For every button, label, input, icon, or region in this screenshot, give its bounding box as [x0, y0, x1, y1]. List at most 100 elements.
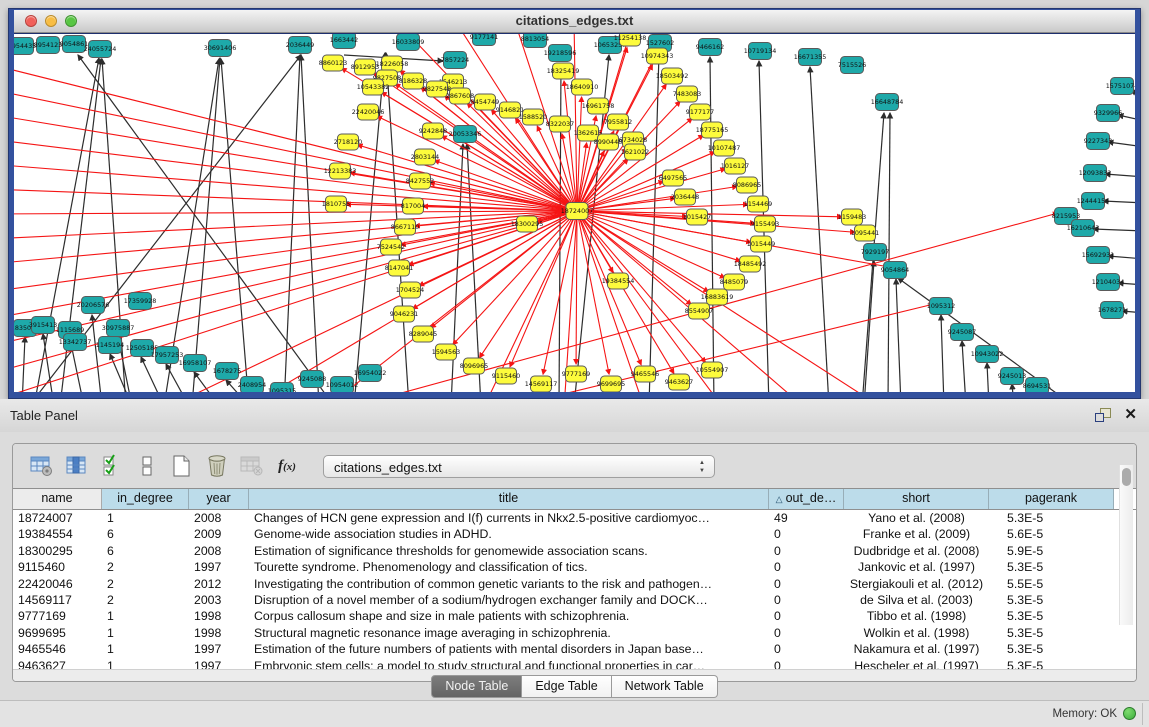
network-node[interactable]: 2408954 — [238, 377, 266, 393]
cell-year[interactable]: 1997 — [189, 641, 249, 657]
network-node[interactable]: 13342737 — [59, 334, 92, 351]
network-node[interactable]: 12093832 — [1079, 165, 1112, 182]
cell-name[interactable]: 9699695 — [13, 625, 102, 641]
cell-name[interactable]: 9777169 — [13, 608, 102, 624]
network-node[interactable]: 8485079 — [720, 274, 748, 290]
cell-pagerank[interactable]: 5.5E-5 — [989, 576, 1114, 592]
cell-out_degree[interactable]: 0 — [769, 543, 844, 559]
column-header-title[interactable]: title — [249, 489, 769, 509]
network-node[interactable]: 2036448 — [671, 189, 699, 205]
network-node[interactable]: 12104034 — [1092, 274, 1125, 291]
tab-network-table[interactable]: Network Table — [612, 675, 718, 698]
import-table-icon[interactable] — [239, 453, 265, 479]
network-node[interactable]: 9227343 — [1084, 133, 1112, 150]
table-row[interactable]: 1456911722003Disruption of a novel membe… — [13, 592, 1136, 608]
network-node[interactable]: 1621022 — [621, 144, 649, 160]
network-node[interactable]: 16210643 — [1067, 220, 1100, 237]
cell-year[interactable]: 2003 — [189, 592, 249, 608]
network-node[interactable]: 1159483 — [838, 209, 866, 225]
column-header-in_degree[interactable]: in_degree — [102, 489, 189, 509]
network-node[interactable]: 1810755 — [322, 196, 350, 212]
close-panel-icon[interactable]: ✕ — [1124, 405, 1137, 423]
cell-in_degree[interactable]: 2 — [102, 576, 189, 592]
network-node[interactable]: 1016127 — [721, 158, 749, 174]
network-node[interactable]: 1095312 — [927, 298, 955, 315]
network-node[interactable]: 1678275 — [213, 363, 241, 380]
cell-title[interactable]: Estimation of significance thresholds fo… — [249, 543, 769, 559]
column-header-pagerank[interactable]: pagerank — [989, 489, 1114, 509]
network-node[interactable]: 1095441 — [851, 225, 879, 241]
network-node[interactable]: 1588520 — [519, 109, 547, 125]
network-node[interactable]: 16648784 — [871, 94, 904, 111]
cell-year[interactable]: 2012 — [189, 576, 249, 592]
network-node[interactable]: 17359928 — [124, 293, 157, 310]
cell-pagerank[interactable]: 5.3E-5 — [989, 592, 1114, 608]
network-node[interactable]: 817004 — [401, 198, 425, 214]
cell-title[interactable]: Disruption of a novel member of a sodium… — [249, 592, 769, 608]
show-columns-icon[interactable] — [64, 453, 90, 479]
network-node[interactable]: 10107487 — [708, 140, 741, 156]
network-node[interactable]: 9155493 — [751, 216, 779, 232]
cell-year[interactable]: 1998 — [189, 608, 249, 624]
cell-year[interactable]: 1997 — [189, 559, 249, 575]
network-node[interactable]: 9046231 — [390, 306, 418, 322]
cell-pagerank[interactable]: 5.3E-5 — [989, 641, 1114, 657]
network-node[interactable]: 10554907 — [696, 362, 729, 378]
table-row[interactable]: 977716911998Corpus callosum shape and si… — [13, 608, 1136, 624]
network-node[interactable]: 9465546 — [631, 366, 659, 382]
network-node[interactable]: 15751074 — [1106, 78, 1135, 95]
table-select-dropdown[interactable]: citations_edges.txt ▲▼ — [323, 455, 715, 478]
network-node[interactable]: 8954123 — [34, 37, 62, 54]
network-node[interactable]: 24055724 — [84, 41, 117, 58]
network-node[interactable]: 9177177 — [686, 104, 714, 120]
table-row[interactable]: 946554611997Estimation of the future num… — [13, 641, 1136, 657]
cell-in_degree[interactable]: 1 — [102, 510, 189, 526]
network-canvas[interactable]: 1954435895412390548612405572430691406203… — [14, 33, 1135, 392]
cell-name[interactable]: 19384554 — [13, 526, 102, 542]
cell-out_degree[interactable]: 0 — [769, 559, 844, 575]
network-node[interactable]: 20053346 — [449, 126, 482, 143]
cell-short[interactable]: Dudbridge et al. (2008) — [844, 543, 989, 559]
network-node[interactable]: 8322037 — [546, 116, 574, 132]
network-node[interactable]: 9177141 — [470, 34, 498, 46]
column-selection-icon[interactable] — [99, 453, 125, 479]
network-node[interactable]: 10954012 — [326, 377, 359, 393]
network-node[interactable]: 1145194 — [96, 337, 124, 354]
network-node[interactable]: 18640910 — [566, 79, 599, 95]
tab-edge-table[interactable]: Edge Table — [522, 675, 611, 698]
network-node[interactable]: 8289045 — [409, 326, 437, 342]
network-node[interactable]: 10719134 — [744, 43, 777, 60]
network-node[interactable]: 9463627 — [665, 374, 693, 390]
cell-in_degree[interactable]: 1 — [102, 625, 189, 641]
network-node[interactable]: 16954022 — [354, 365, 387, 382]
network-node[interactable]: 1154469 — [744, 196, 772, 212]
cell-year[interactable]: 2009 — [189, 526, 249, 542]
network-node[interactable]: 1704524 — [396, 282, 424, 298]
network-node[interactable]: 1594563 — [432, 344, 460, 360]
network-node[interactable]: 18503492 — [656, 68, 689, 84]
cell-out_degree[interactable]: 0 — [769, 608, 844, 624]
cell-year[interactable]: 2008 — [189, 543, 249, 559]
network-node[interactable]: 7515526 — [838, 57, 866, 74]
network-node[interactable]: 19218596 — [544, 45, 577, 62]
tab-node-table[interactable]: Node Table — [431, 675, 522, 698]
network-node[interactable]: 16958107 — [179, 355, 212, 372]
cell-pagerank[interactable]: 5.3E-5 — [989, 510, 1114, 526]
network-node[interactable]: 12444154 — [1077, 193, 1110, 210]
cell-title[interactable]: Investigating the contribution of common… — [249, 576, 769, 592]
network-node[interactable]: 1015427 — [683, 209, 711, 225]
network-node[interactable]: 9245087 — [948, 324, 976, 341]
column-header-short[interactable]: short — [844, 489, 989, 509]
cell-in_degree[interactable]: 6 — [102, 526, 189, 542]
cell-short[interactable]: Nakamura et al. (1997) — [844, 641, 989, 657]
cell-year[interactable]: 2008 — [189, 510, 249, 526]
network-node[interactable]: 18775165 — [696, 122, 729, 138]
cell-title[interactable]: Tourette syndrome. Phenomenology and cla… — [249, 559, 769, 575]
network-node[interactable]: 8813054 — [521, 34, 549, 48]
cell-short[interactable]: Franke et al. (2009) — [844, 526, 989, 542]
network-node[interactable]: 9329966 — [1094, 105, 1122, 122]
cell-short[interactable]: Jankovic et al. (1997) — [844, 559, 989, 575]
function-builder-icon[interactable]: f(x) — [274, 453, 300, 479]
network-node[interactable]: 7955812 — [604, 114, 632, 130]
cell-title[interactable]: Changes of HCN gene expression and I(f) … — [249, 510, 769, 526]
